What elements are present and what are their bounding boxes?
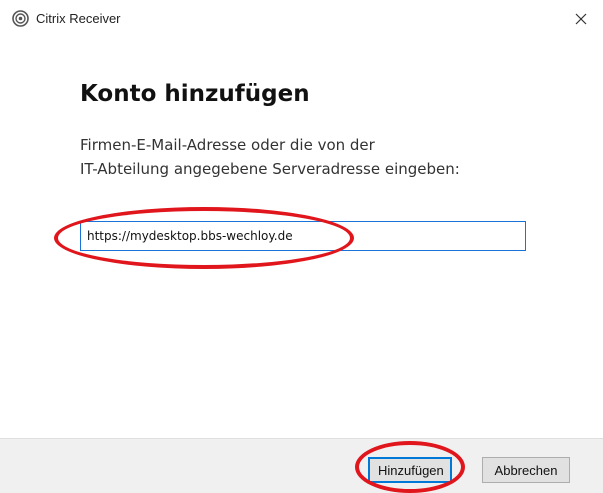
instruction-text: Firmen-E-Mail-Adresse oder die von der I… [80,133,550,181]
window-title: Citrix Receiver [36,11,121,26]
citrix-add-account-dialog: Citrix Receiver Konto hinzufügen Firmen-… [0,0,603,493]
citrix-receiver-icon [12,10,29,27]
page-title: Konto hinzufügen [80,81,310,107]
close-icon[interactable] [575,10,587,29]
add-button[interactable]: Hinzufügen [368,457,452,483]
close-button[interactable] [559,0,603,38]
instruction-line-2: IT-Abteilung angegebene Serveradresse ei… [80,160,460,178]
title-bar: Citrix Receiver [0,0,603,38]
server-address-input[interactable] [80,221,526,251]
button-bar: Hinzufügen Abbrechen [0,438,603,493]
instruction-line-1: Firmen-E-Mail-Adresse oder die von der [80,136,375,154]
dialog-content: Konto hinzufügen Firmen-E-Mail-Adresse o… [0,38,603,438]
cancel-button[interactable]: Abbrechen [482,457,570,483]
